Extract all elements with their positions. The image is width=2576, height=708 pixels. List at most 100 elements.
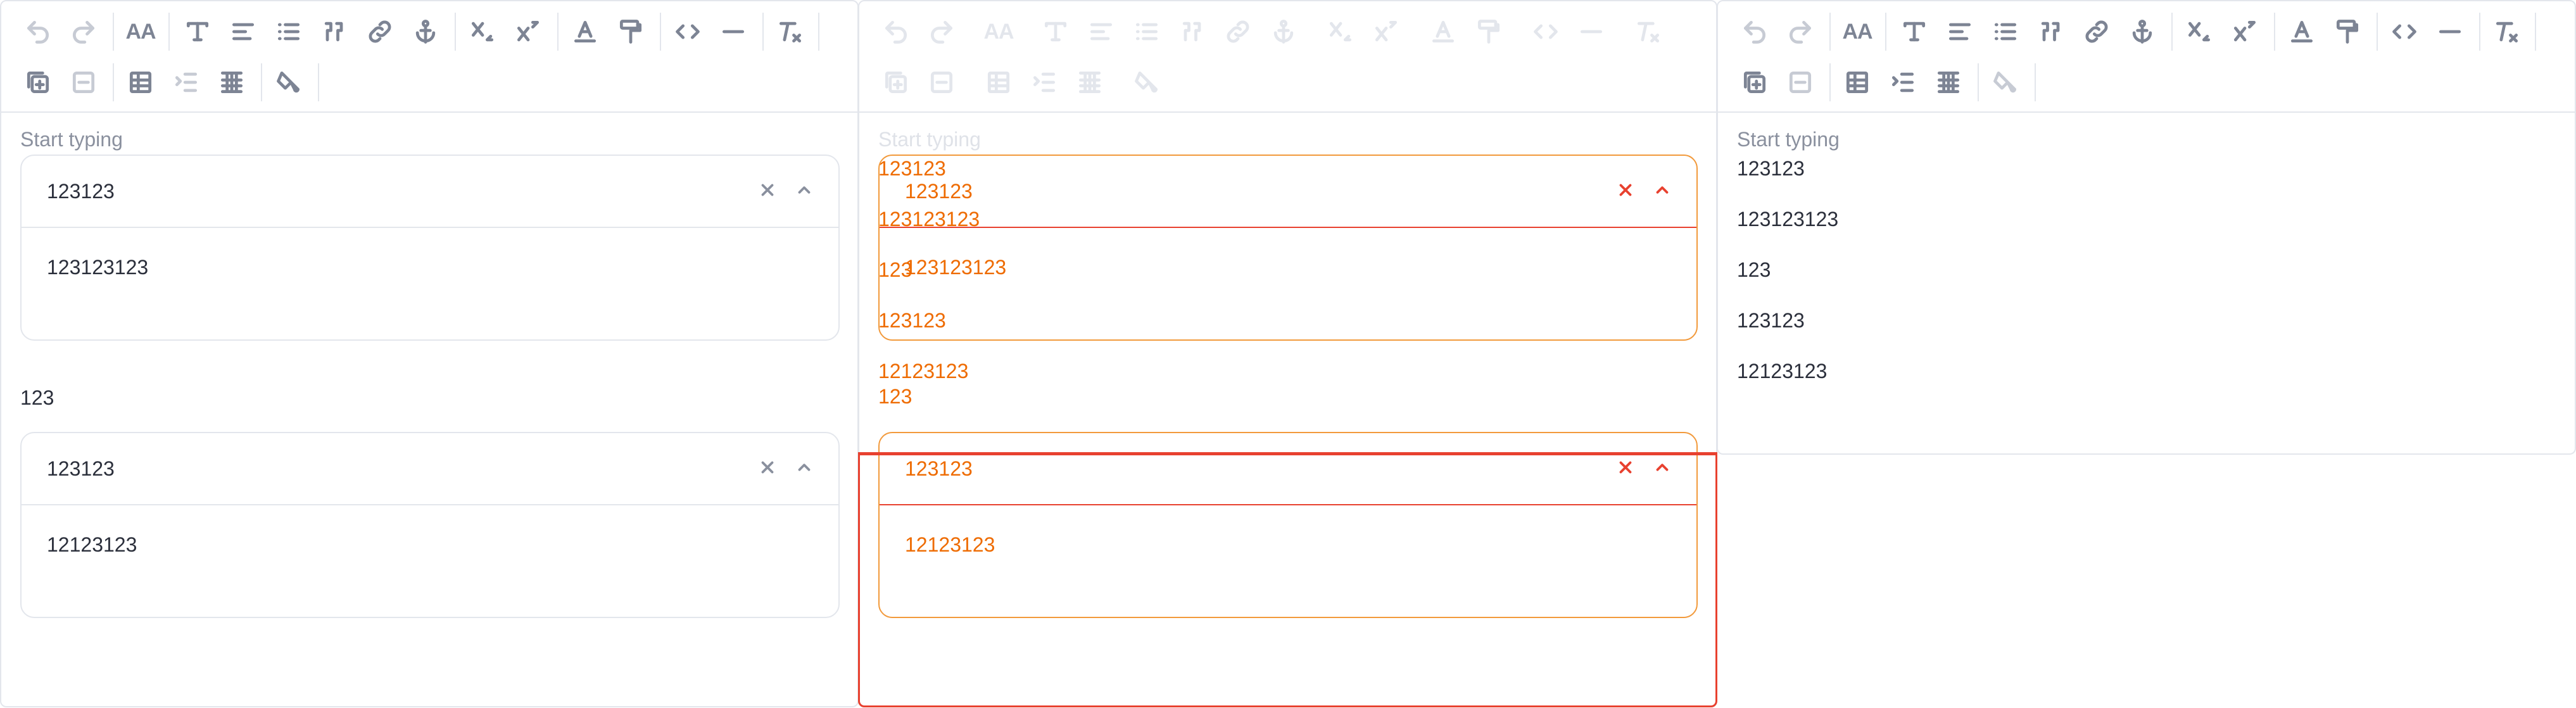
clear-icon[interactable] bbox=[755, 177, 780, 203]
font-size-icon[interactable]: AA bbox=[980, 13, 1018, 51]
indent-icon[interactable] bbox=[1025, 63, 1063, 101]
text-color-icon[interactable] bbox=[1424, 13, 1462, 51]
editor-content[interactable]: Start typing 123123 123123123 123 123123… bbox=[1718, 114, 2575, 453]
code-icon[interactable] bbox=[1527, 13, 1565, 51]
chevron-up-icon[interactable] bbox=[1650, 177, 1675, 203]
paint-format-icon[interactable] bbox=[2328, 13, 2366, 51]
horizontal-rule-icon[interactable] bbox=[2431, 13, 2469, 51]
table-icon[interactable] bbox=[980, 63, 1018, 101]
select-widget[interactable]: 123123 123123123 bbox=[878, 155, 1698, 341]
blockquote-icon[interactable] bbox=[1173, 13, 1211, 51]
redo-icon[interactable] bbox=[1781, 13, 1819, 51]
select-header[interactable]: 123123 bbox=[22, 433, 838, 505]
anchor-icon[interactable] bbox=[407, 13, 445, 51]
paragraph: 123123 bbox=[1737, 157, 1805, 180]
align-icon[interactable] bbox=[1941, 13, 1979, 51]
editor-content[interactable]: Start typing 123123 123123123 123 123123… bbox=[859, 114, 1716, 706]
select-option[interactable]: 12123123 bbox=[47, 533, 137, 557]
table-icon[interactable] bbox=[1838, 63, 1876, 101]
chevron-up-icon[interactable] bbox=[792, 455, 817, 480]
select-widget[interactable]: 123123 12123123 bbox=[878, 432, 1698, 618]
paragraph: 12123123 bbox=[1737, 360, 1828, 382]
text-color-icon[interactable] bbox=[566, 13, 604, 51]
fill-color-icon[interactable] bbox=[270, 63, 308, 101]
align-icon[interactable] bbox=[224, 13, 262, 51]
clear-format-icon[interactable] bbox=[2488, 13, 2526, 51]
chevron-up-icon[interactable] bbox=[792, 177, 817, 203]
placeholder-text: Start typing bbox=[1737, 128, 1840, 151]
undo-icon[interactable] bbox=[19, 13, 57, 51]
remove-row-icon[interactable] bbox=[923, 63, 961, 101]
select-value: 123123 bbox=[47, 180, 115, 203]
paragraph-format-icon[interactable] bbox=[179, 13, 217, 51]
blockquote-icon[interactable] bbox=[2032, 13, 2070, 51]
anchor-icon[interactable] bbox=[2123, 13, 2161, 51]
superscript-icon[interactable] bbox=[2226, 13, 2264, 51]
select-option[interactable]: 123123123 bbox=[47, 256, 148, 279]
bullet-list-icon[interactable] bbox=[270, 13, 308, 51]
select-header[interactable]: 123123 bbox=[880, 433, 1696, 505]
select-header[interactable]: 123123 bbox=[880, 156, 1696, 228]
fill-color-icon[interactable] bbox=[1986, 63, 2024, 101]
indent-icon[interactable] bbox=[167, 63, 205, 101]
paragraph: 123 bbox=[20, 386, 54, 409]
link-icon[interactable] bbox=[1219, 13, 1257, 51]
editor-content[interactable]: Start typing 123123 123123123 123 123123… bbox=[1, 114, 857, 706]
diff-line: 12123123 bbox=[878, 360, 969, 382]
select-header[interactable]: 123123 bbox=[22, 156, 838, 228]
fill-color-icon[interactable] bbox=[1128, 63, 1166, 101]
horizontal-rule-icon[interactable] bbox=[714, 13, 752, 51]
select-option[interactable]: 12123123 bbox=[905, 533, 995, 557]
align-icon[interactable] bbox=[1082, 13, 1120, 51]
paint-format-icon[interactable] bbox=[612, 13, 650, 51]
subscript-icon[interactable] bbox=[2180, 13, 2218, 51]
superscript-icon[interactable] bbox=[1367, 13, 1405, 51]
clear-icon[interactable] bbox=[1613, 455, 1638, 480]
diff-line: 123 bbox=[878, 385, 912, 408]
redo-icon[interactable] bbox=[923, 13, 961, 51]
undo-icon[interactable] bbox=[877, 13, 915, 51]
horizontal-rule-icon[interactable] bbox=[1572, 13, 1610, 51]
select-widget[interactable]: 123123 12123123 bbox=[20, 432, 840, 618]
subscript-icon[interactable] bbox=[464, 13, 502, 51]
font-size-icon[interactable]: AA bbox=[1838, 13, 1876, 51]
code-icon[interactable] bbox=[2385, 13, 2423, 51]
grid-icon[interactable] bbox=[213, 63, 251, 101]
superscript-icon[interactable] bbox=[509, 13, 547, 51]
table-icon[interactable] bbox=[122, 63, 160, 101]
font-size-icon[interactable]: AA bbox=[122, 13, 160, 51]
add-row-icon[interactable] bbox=[1736, 63, 1774, 101]
add-row-icon[interactable] bbox=[877, 63, 915, 101]
remove-row-icon[interactable] bbox=[65, 63, 103, 101]
clear-icon[interactable] bbox=[755, 455, 780, 480]
remove-row-icon[interactable] bbox=[1781, 63, 1819, 101]
clear-format-icon[interactable] bbox=[1629, 13, 1667, 51]
undo-icon[interactable] bbox=[1736, 13, 1774, 51]
select-value: 123123 bbox=[47, 457, 115, 480]
chevron-up-icon[interactable] bbox=[1650, 455, 1675, 480]
paragraph-format-icon[interactable] bbox=[1895, 13, 1933, 51]
placeholder-text: Start typing bbox=[878, 128, 981, 151]
link-icon[interactable] bbox=[361, 13, 399, 51]
paint-format-icon[interactable] bbox=[1470, 13, 1508, 51]
select-widget[interactable]: 123123 123123123 bbox=[20, 155, 840, 341]
grid-icon[interactable] bbox=[1071, 63, 1109, 101]
bullet-list-icon[interactable] bbox=[1986, 13, 2024, 51]
clear-format-icon[interactable] bbox=[771, 13, 809, 51]
subscript-icon[interactable] bbox=[1322, 13, 1360, 51]
clear-icon[interactable] bbox=[1613, 177, 1638, 203]
anchor-icon[interactable] bbox=[1265, 13, 1303, 51]
bullet-list-icon[interactable] bbox=[1128, 13, 1166, 51]
paragraph: 123123123 bbox=[1737, 208, 1839, 231]
redo-icon[interactable] bbox=[65, 13, 103, 51]
code-icon[interactable] bbox=[669, 13, 707, 51]
paragraph-format-icon[interactable] bbox=[1037, 13, 1075, 51]
link-icon[interactable] bbox=[2078, 13, 2116, 51]
add-row-icon[interactable] bbox=[19, 63, 57, 101]
text-color-icon[interactable] bbox=[2283, 13, 2321, 51]
grid-icon[interactable] bbox=[1929, 63, 1967, 101]
editor-toolbar: AA bbox=[859, 1, 1716, 113]
blockquote-icon[interactable] bbox=[315, 13, 353, 51]
select-option[interactable]: 123123123 bbox=[905, 256, 1006, 279]
indent-icon[interactable] bbox=[1884, 63, 1922, 101]
